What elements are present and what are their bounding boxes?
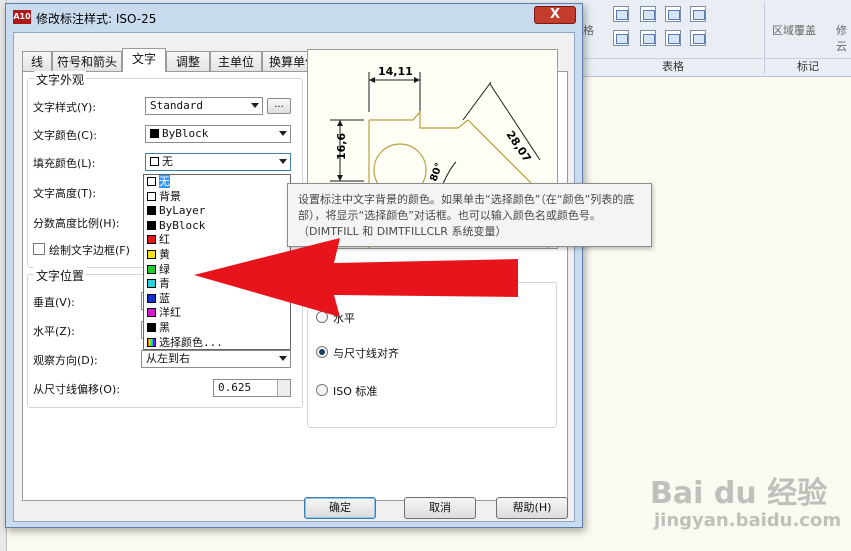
ribbon-partial-label: 云 [836,40,847,53]
dropdown-item[interactable]: 无 [144,175,290,190]
ribbon-group-table: 表格 [583,58,763,75]
chevron-down-icon [279,159,287,164]
draw-frame-label: 绘制文字边框(F) [49,244,130,257]
dropdown-item-label: 青 [159,277,170,291]
table-tool-icon[interactable] [613,30,629,46]
draw-frame-checkbox[interactable] [33,243,45,255]
ribbon-partial-label: 修 [836,24,847,37]
color-swatch [147,220,156,230]
dropdown-item[interactable]: 背景 [144,190,290,205]
text-style-select[interactable]: Standard [145,97,263,115]
help-button[interactable]: 帮助(H) [496,497,568,519]
group-title: 文字位置 [34,267,87,284]
tab-text[interactable]: 文字 [122,48,166,72]
table-tool-icon[interactable] [640,6,656,22]
fraction-height-label: 分数高度比例(H): [33,217,120,230]
color-swatch [147,249,156,259]
spin-down-icon[interactable] [277,388,290,396]
table-tool-icon[interactable] [665,30,681,46]
ribbon-partial-label: 格 [583,24,594,37]
color-swatch [147,235,156,245]
text-height-label: 文字高度(T): [33,187,97,200]
offset-stepper[interactable]: 0.625 [213,379,291,397]
color-swatch [150,157,159,166]
tab-fit[interactable]: 调整 [166,51,210,71]
title-bar[interactable]: A10 修改标注样式: ISO-25 X [6,4,582,32]
table-tool-icon[interactable] [665,6,681,22]
color-swatch [147,322,156,332]
align-iso-label: ISO 标准 [333,385,378,398]
red-arrow-annotation [194,238,518,317]
ok-button[interactable]: 确定 [304,497,376,519]
table-tool-icon[interactable] [690,6,706,22]
dropdown-item[interactable]: 黑 [144,321,290,336]
color-swatch [147,206,156,216]
cancel-button[interactable]: 取消 [404,497,476,519]
baidu-watermark: Bai du 经验 [650,476,828,511]
watermark-url: jingyan.baidu.com [654,510,842,531]
view-direction-value: 从左到右 [146,352,190,365]
view-direction-label: 观察方向(D): [33,354,98,367]
color-swatch [147,293,156,303]
color-swatch [147,308,156,318]
offset-label: 从尺寸线偏移(O): [33,383,120,396]
close-button[interactable]: X [534,6,576,24]
color-swatch [147,177,156,186]
table-tool-icon[interactable] [690,30,706,46]
color-swatch [147,264,156,274]
preview-dim-top: 14,11 [378,65,413,78]
chevron-down-icon [251,103,259,108]
dropdown-item-label: ByBlock [159,218,206,232]
horizontal-label: 水平(Z): [33,325,75,338]
tab-symbols-arrows[interactable]: 符号和箭头 [52,51,122,71]
text-color-label: 文字颜色(C): [33,129,97,142]
fill-color-label: 填充颜色(L): [33,157,96,170]
preview-dim-left: 16,6 [335,133,348,160]
dropdown-item-label: 选择颜色... [159,335,223,349]
ribbon-group-mark: 标记 [765,58,851,75]
offset-value: 0.625 [218,381,252,394]
dropdown-item[interactable]: 选择颜色... [144,336,290,351]
group-title: 文字外观 [34,71,87,88]
table-tool-icon[interactable] [640,30,656,46]
chevron-down-icon [279,356,287,361]
dialog-title: 修改标注样式: ISO-25 [36,12,157,26]
dropdown-item[interactable]: ByBlock [144,219,290,234]
color-wheel-icon [147,337,156,347]
align-dimline-label: 与尺寸线对齐 [333,347,399,360]
color-swatch [150,129,159,138]
text-color-select[interactable]: ByBlock [145,125,291,143]
view-direction-select[interactable]: 从左到右 [141,350,291,368]
dropdown-item-label: 背景 [159,189,181,203]
color-swatch [147,191,156,201]
region-cover-label[interactable]: 区域覆盖 [772,22,816,38]
fill-color-value: 无 [162,155,173,168]
dropdown-item-label: 无 [159,175,170,188]
dropdown-item-label: 蓝 [159,291,170,305]
dropdown-item-label: 红 [159,233,170,247]
text-color-value: ByBlock [162,127,209,140]
dropdown-item-label: 黑 [159,320,170,334]
tab-primary-units[interactable]: 主单位 [210,51,262,71]
preview-dim-diag: 28,07 [504,128,534,164]
tab-lines[interactable]: 线 [22,51,52,71]
color-swatch [147,279,156,289]
align-iso-radio[interactable] [316,384,328,396]
text-style-browse-button[interactable]: ... [267,98,291,114]
align-dimline-radio[interactable] [316,346,328,358]
chevron-down-icon [279,131,287,136]
text-style-label: 文字样式(Y): [33,101,97,114]
table-tool-icon[interactable] [613,6,629,22]
dropdown-item-label: 黄 [159,247,170,261]
vertical-label: 垂直(V): [33,296,75,309]
preview-dim-angle: 80° [428,161,445,183]
app-logo-icon: A10 [13,10,31,24]
dropdown-item-label: ByLayer [159,204,206,218]
fill-color-select[interactable]: 无 [145,153,291,171]
dropdown-item-label: 洋红 [159,306,181,320]
dropdown-item-label: 绿 [159,262,170,276]
dropdown-item[interactable]: ByLayer [144,204,290,219]
text-style-value: Standard [150,99,203,112]
